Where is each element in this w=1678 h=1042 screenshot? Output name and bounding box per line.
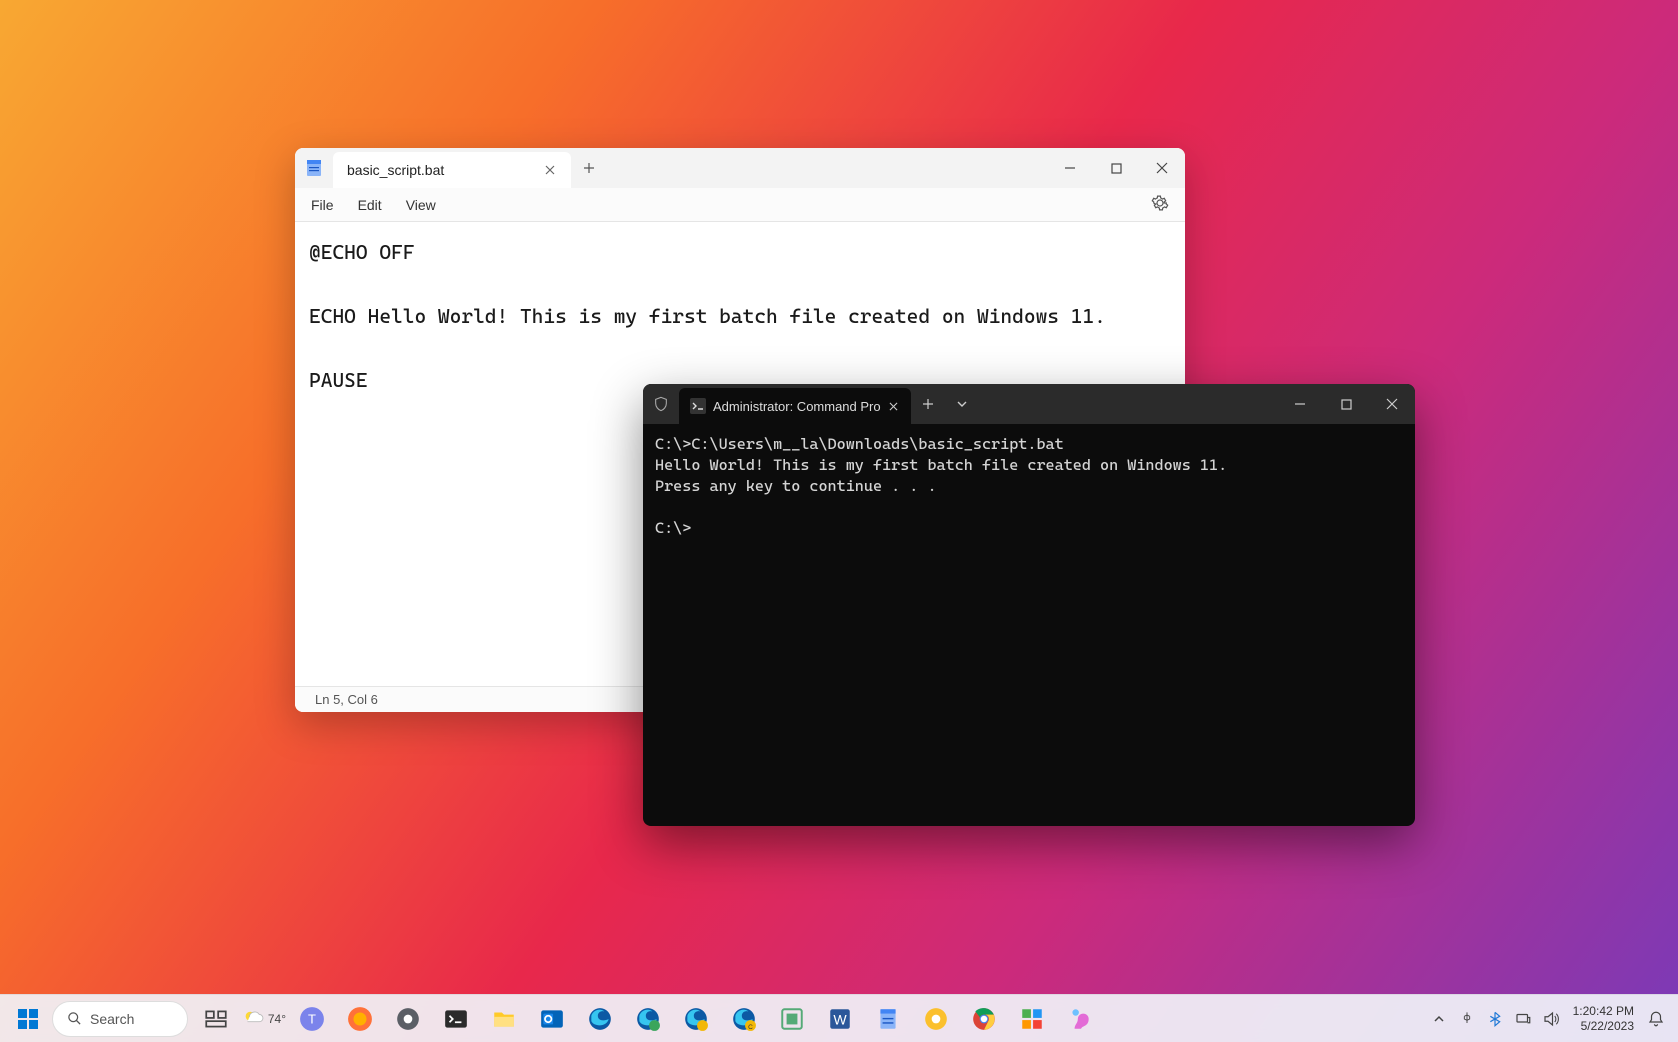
weather-widget[interactable]: 74° — [242, 999, 286, 1039]
cmd-icon — [689, 397, 707, 415]
system-tray: 1:20:42 PM 5/22/2023 — [1427, 1004, 1678, 1034]
terminal-window: Administrator: Command Pro C:\>C:\Users\… — [643, 384, 1415, 826]
notepad-tab-title: basic_script.bat — [347, 162, 444, 178]
maximize-button[interactable] — [1093, 148, 1139, 188]
app-snip[interactable] — [1010, 999, 1054, 1039]
menu-file[interactable]: File — [311, 197, 334, 213]
usb-icon[interactable] — [1455, 1004, 1479, 1034]
app-chrome-canary[interactable] — [914, 999, 958, 1039]
start-button[interactable] — [8, 999, 48, 1039]
task-view-button[interactable] — [194, 999, 238, 1039]
app-firefox[interactable] — [338, 999, 382, 1039]
svg-text:W: W — [833, 1011, 847, 1027]
app-powertoys[interactable] — [770, 999, 814, 1039]
app-explorer[interactable] — [482, 999, 526, 1039]
terminal-tab-title: Administrator: Command Pro — [713, 399, 881, 414]
app-word[interactable]: W — [818, 999, 862, 1039]
minimize-button[interactable] — [1277, 384, 1323, 424]
app-chrome[interactable] — [962, 999, 1006, 1039]
new-tab-button[interactable] — [571, 148, 607, 188]
settings-button[interactable] — [1151, 194, 1169, 215]
svg-text:C: C — [748, 1023, 753, 1030]
volume-icon[interactable] — [1539, 1004, 1563, 1034]
bluetooth-icon[interactable] — [1483, 1004, 1507, 1034]
tab-dropdown-button[interactable] — [945, 384, 979, 424]
close-tab-button[interactable] — [539, 159, 561, 181]
taskbar: Search 74° T C W 1:20:42 PM 5 — [0, 994, 1678, 1042]
new-tab-button[interactable] — [911, 384, 945, 424]
terminal-titlebar[interactable]: Administrator: Command Pro — [643, 384, 1415, 424]
taskbar-apps: 74° T C W — [194, 999, 1102, 1039]
app-terminal[interactable] — [434, 999, 478, 1039]
network-icon[interactable] — [1511, 1004, 1535, 1034]
app-edge-dev[interactable] — [674, 999, 718, 1039]
terminal-tab[interactable]: Administrator: Command Pro — [679, 388, 911, 424]
search-box[interactable]: Search — [52, 1001, 188, 1037]
close-button[interactable] — [1369, 384, 1415, 424]
cursor-position: Ln 5, Col 6 — [315, 692, 378, 707]
app-notepad[interactable] — [866, 999, 910, 1039]
notepad-titlebar[interactable]: basic_script.bat — [295, 148, 1185, 188]
app-paint[interactable] — [1058, 999, 1102, 1039]
shield-icon — [643, 384, 679, 424]
search-label: Search — [90, 1011, 134, 1027]
tray-overflow-button[interactable] — [1427, 1004, 1451, 1034]
app-edge[interactable] — [578, 999, 622, 1039]
notepad-tab[interactable]: basic_script.bat — [333, 152, 571, 188]
search-icon — [67, 1011, 82, 1026]
clock-date: 5/22/2023 — [1573, 1019, 1634, 1033]
minimize-button[interactable] — [1047, 148, 1093, 188]
menu-view[interactable]: View — [406, 197, 436, 213]
clock-time: 1:20:42 PM — [1573, 1004, 1634, 1018]
notepad-menubar: File Edit View — [295, 188, 1185, 222]
app-edge-canary[interactable]: C — [722, 999, 766, 1039]
close-tab-button[interactable] — [883, 396, 903, 416]
app-settings[interactable] — [386, 999, 430, 1039]
maximize-button[interactable] — [1323, 384, 1369, 424]
app-edge-beta[interactable] — [626, 999, 670, 1039]
terminal-output[interactable]: C:\>C:\Users\m__la\Downloads\basic_scrip… — [643, 424, 1415, 826]
app-teams[interactable]: T — [290, 999, 334, 1039]
menu-edit[interactable]: Edit — [358, 197, 382, 213]
clock[interactable]: 1:20:42 PM 5/22/2023 — [1567, 1004, 1640, 1033]
notepad-icon — [295, 148, 333, 188]
close-button[interactable] — [1139, 148, 1185, 188]
app-outlook[interactable] — [530, 999, 574, 1039]
svg-text:T: T — [308, 1011, 316, 1026]
weather-temp: 74° — [268, 1012, 286, 1026]
notifications-button[interactable] — [1644, 1004, 1668, 1034]
